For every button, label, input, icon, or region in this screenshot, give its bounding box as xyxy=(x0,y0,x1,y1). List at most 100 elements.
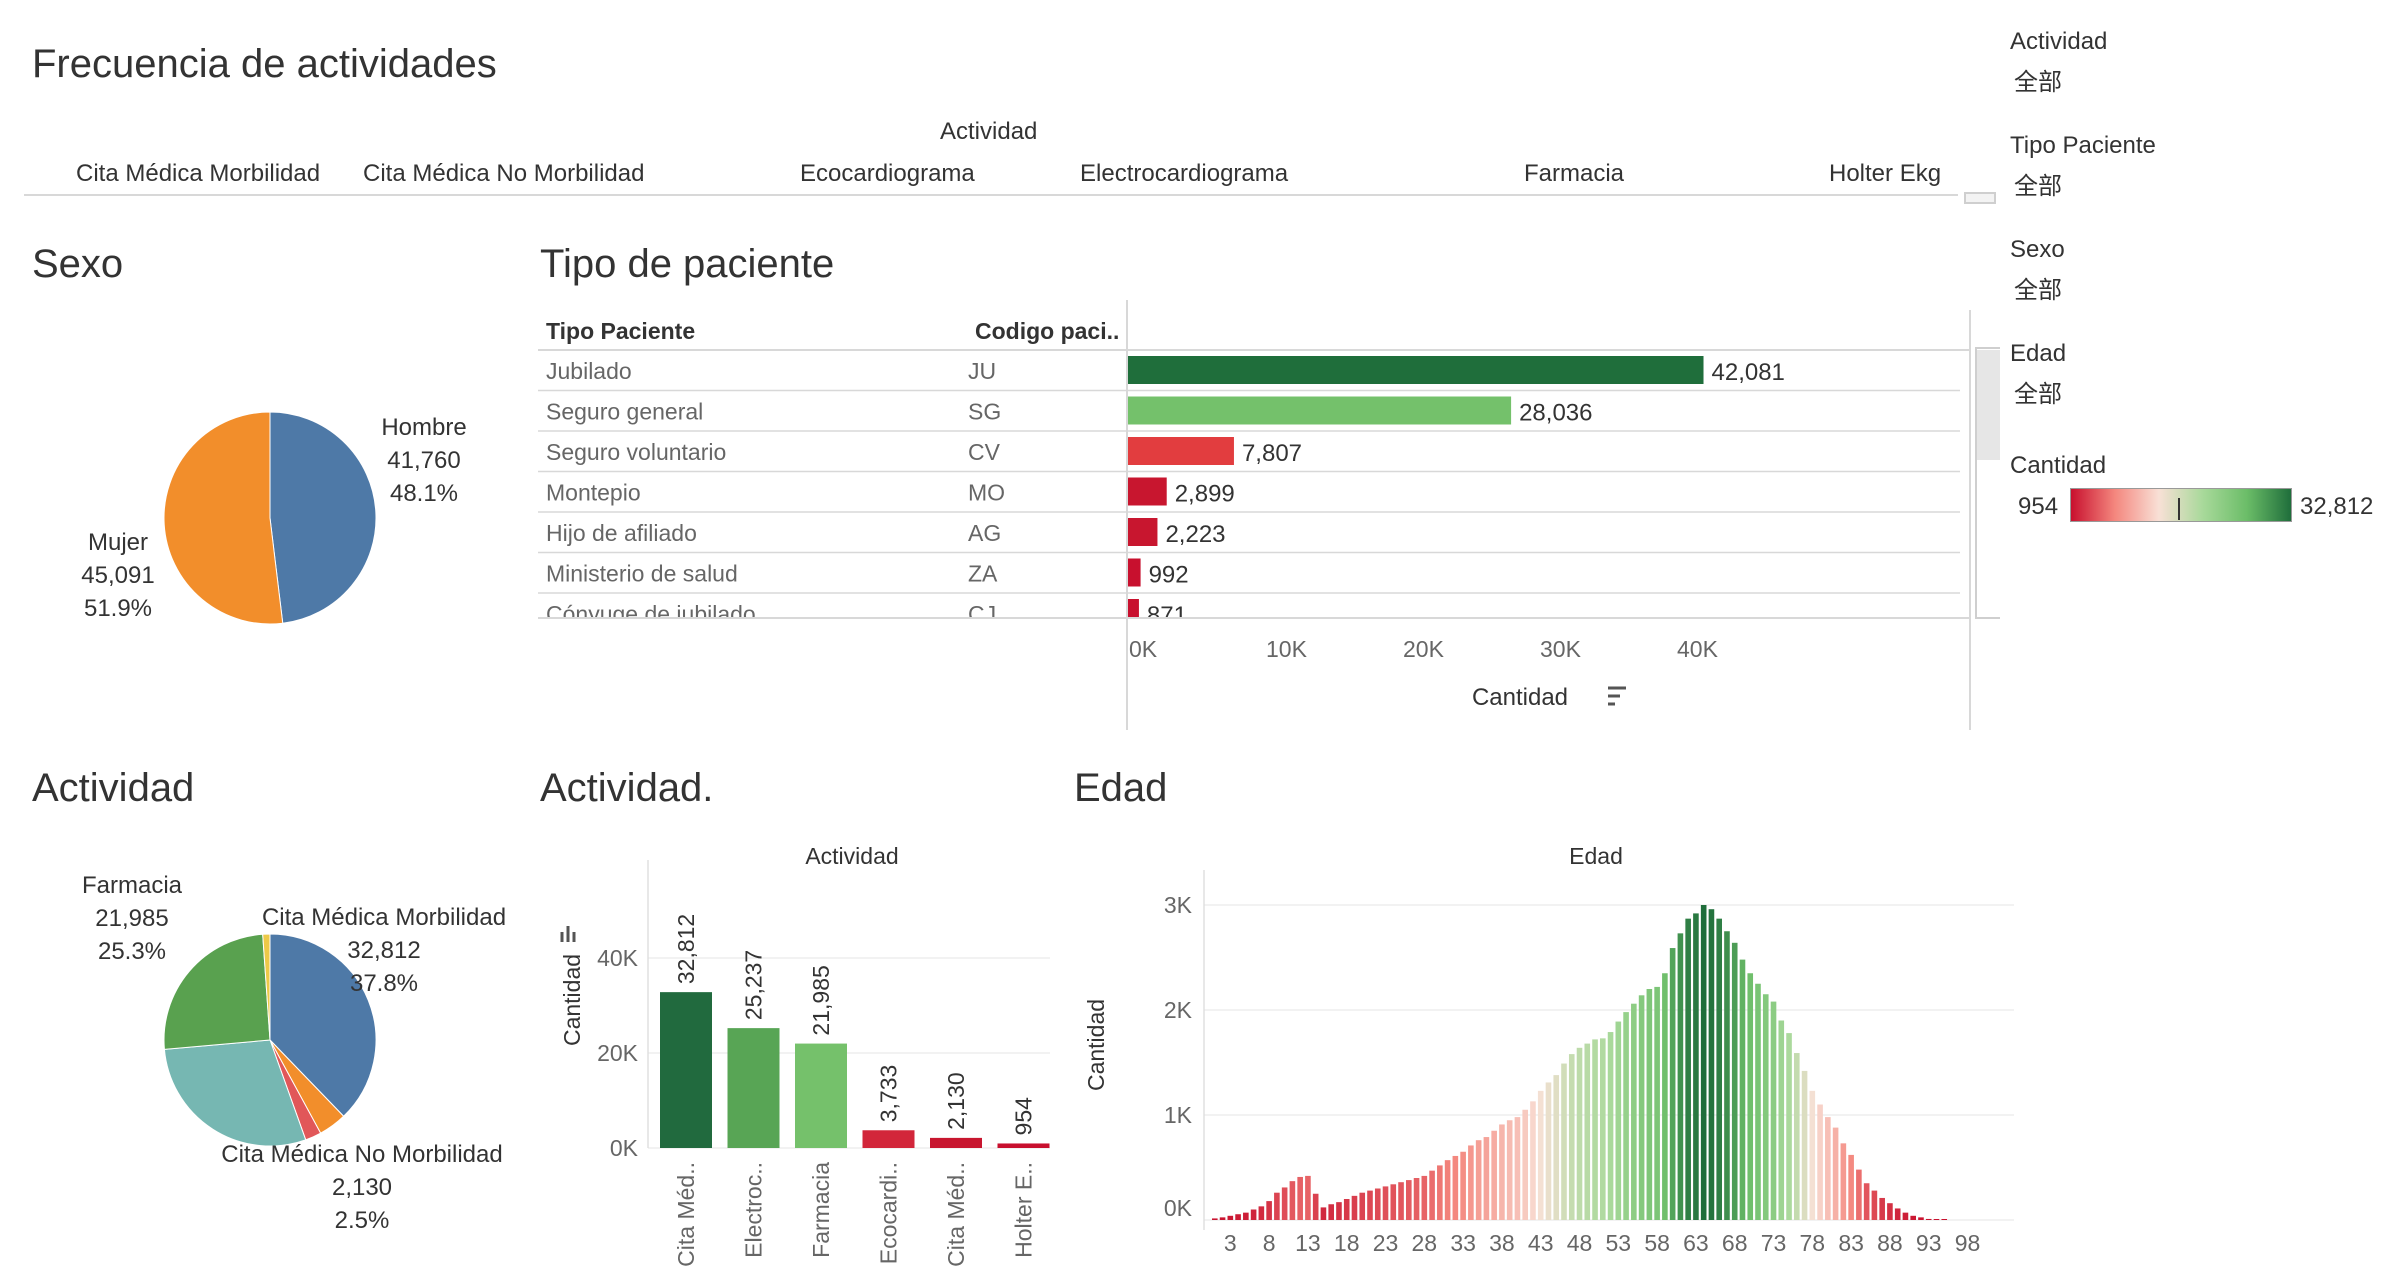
bar xyxy=(1794,1053,1800,1220)
legend-min: 954 xyxy=(2018,493,2059,520)
bar xyxy=(1770,1001,1777,1220)
bar xyxy=(1127,437,1234,465)
bar xyxy=(1522,1109,1528,1220)
x-tick-label: 0K xyxy=(1129,636,1158,662)
x-tick-label: 10K xyxy=(1266,636,1308,662)
x-category-label: Farmacia xyxy=(808,1162,834,1258)
bar xyxy=(1925,1218,1932,1220)
sheet-title-sexo: Sexo xyxy=(32,242,124,286)
filter-actividad-value[interactable]: 全部 xyxy=(2014,62,2062,97)
bar xyxy=(1390,1184,1397,1220)
x-tick-label: 3 xyxy=(1224,1230,1237,1256)
y-tick-label: 0K xyxy=(610,1135,639,1161)
bar-value-label: 32,812 xyxy=(673,914,699,984)
filter-tipo-value[interactable]: 全部 xyxy=(2014,166,2062,201)
row-codigo: CJ xyxy=(968,601,996,627)
row-tipo: Cónyuge de jubilado xyxy=(546,601,756,627)
chart-title: Actividad xyxy=(805,843,898,869)
activity-header-item[interactable]: Farmacia xyxy=(1524,160,1624,188)
bar xyxy=(1933,1219,1940,1220)
column-header: Codigo paci.. xyxy=(975,318,1119,344)
bar xyxy=(1669,948,1676,1220)
bar-value-label: 2,130 xyxy=(943,1072,969,1130)
bar xyxy=(1600,1038,1606,1220)
bar xyxy=(1654,986,1660,1220)
y-tick-label: 20K xyxy=(597,1040,639,1066)
x-category-label: Electroc.. xyxy=(741,1162,767,1258)
bar xyxy=(1227,1215,1234,1220)
bar xyxy=(1127,396,1512,425)
activity-header-item[interactable]: Holter Ekg xyxy=(1829,160,1941,188)
bar xyxy=(1809,1090,1816,1220)
sexo-pie-chart: Hombre 41,760 48.1% Mujer 45,091 51.9% xyxy=(81,411,467,625)
bar xyxy=(1879,1197,1885,1220)
pie-slice xyxy=(269,411,377,624)
edad-bar-chart: Edad0K1K2K3KCantidad3 8 13 18 23 28 33 38 43 48 53… xyxy=(1083,843,2014,1256)
bar xyxy=(1607,1032,1614,1220)
header-scroll-handle[interactable] xyxy=(1964,192,1996,204)
bar xyxy=(1584,1043,1591,1220)
bar xyxy=(1499,1124,1505,1220)
bar xyxy=(997,1143,1050,1148)
color-legend-bar xyxy=(2070,488,2292,522)
bar xyxy=(1553,1075,1560,1220)
y-tick-label: 2K xyxy=(1164,997,1193,1023)
activity-header-item[interactable]: Ecocardiograma xyxy=(800,160,975,188)
x-category-label: Cita Méd.. xyxy=(943,1162,969,1267)
legend-marker xyxy=(2178,498,2180,520)
bar xyxy=(1475,1140,1482,1220)
pie-label: 41,760 xyxy=(387,447,460,474)
row-codigo: MO xyxy=(968,480,1005,506)
bar xyxy=(1336,1202,1342,1220)
x-tick-label: 13 xyxy=(1295,1230,1321,1256)
x-category-label: Ecocardi.. xyxy=(876,1162,902,1264)
bar xyxy=(1910,1215,1916,1220)
x-category-label: Cita Méd.. xyxy=(673,1162,699,1267)
x-tick-label: 28 xyxy=(1412,1230,1438,1256)
bar xyxy=(1127,477,1167,506)
bar xyxy=(1755,983,1761,1220)
bar xyxy=(1351,1195,1358,1220)
x-tick-label: 23 xyxy=(1373,1230,1399,1256)
x-tick-label: 20K xyxy=(1403,636,1445,662)
x-tick-label: 8 xyxy=(1263,1230,1276,1256)
filter-sexo-value[interactable]: 全部 xyxy=(2014,270,2062,305)
bar xyxy=(1623,1012,1629,1220)
filter-edad-value[interactable]: 全部 xyxy=(2014,374,2062,409)
bar xyxy=(1817,1104,1823,1220)
bar-value-label: 21,985 xyxy=(808,965,834,1035)
bar xyxy=(1724,931,1730,1220)
x-tick-label: 40K xyxy=(1677,636,1719,662)
activity-header-item[interactable]: Electrocardiograma xyxy=(1080,160,1288,188)
bar xyxy=(1491,1130,1497,1220)
sheet-title-actividad-bar: Actividad. xyxy=(540,766,714,810)
bar xyxy=(1235,1214,1241,1220)
bar xyxy=(1568,1054,1575,1220)
actividad-pie-chart: Farmacia 21,985 25.3% Cita Médica Morbilida… xyxy=(82,872,506,1234)
bar xyxy=(1615,1021,1622,1220)
x-tick-label: 53 xyxy=(1606,1230,1632,1256)
bar xyxy=(1127,356,1704,384)
bar xyxy=(1460,1151,1466,1220)
bar xyxy=(1305,1175,1311,1220)
bar-value-label: 3,733 xyxy=(876,1065,902,1123)
bar xyxy=(1506,1120,1513,1220)
row-codigo: JU xyxy=(968,358,996,384)
bar xyxy=(1561,1063,1567,1220)
header-divider xyxy=(24,194,1958,196)
chart-title: Edad xyxy=(1569,843,1623,869)
bar xyxy=(1887,1203,1893,1220)
activity-header-item[interactable]: Cita Médica No Morbilidad xyxy=(363,160,644,188)
activity-header-label: Actividad xyxy=(940,118,1038,145)
activity-header-row: Cita Médica Morbilidad Cita Médica No Mo… xyxy=(24,150,1958,196)
bar xyxy=(1894,1208,1901,1220)
x-tick-label: 48 xyxy=(1567,1230,1593,1256)
bar xyxy=(1739,959,1746,1220)
activity-header-item[interactable]: Cita Médica Morbilidad xyxy=(76,160,320,188)
bar xyxy=(1406,1180,1412,1220)
bar-value: 992 xyxy=(1149,562,1189,589)
pie-label: 45,091 xyxy=(81,562,154,589)
sheet-title-actividad: Actividad xyxy=(32,766,195,810)
row-codigo: SG xyxy=(968,399,1001,425)
actividad-bar-chart: Actividad 0K 20K 40K Cantidad 32,812 Cita Méd.… xyxy=(559,843,1050,1267)
